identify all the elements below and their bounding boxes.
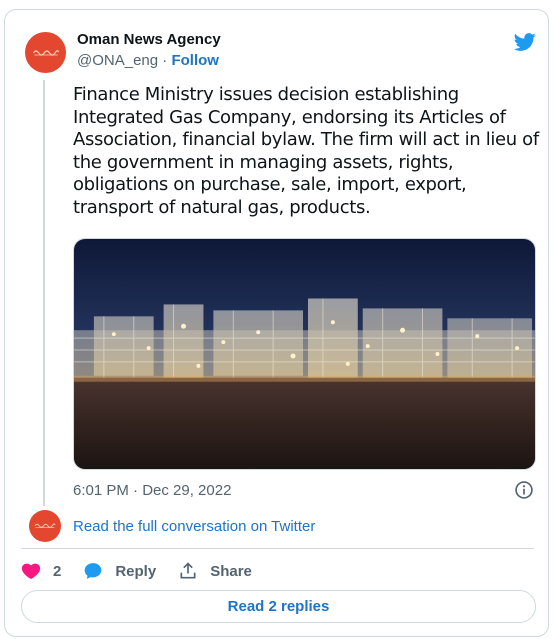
avatar-logo bbox=[32, 47, 59, 59]
heart-icon bbox=[21, 563, 41, 579]
gas-plant-night-photo bbox=[74, 239, 535, 469]
read-full-conversation-link[interactable]: Read the full conversation on Twitter bbox=[73, 518, 315, 535]
twitter-bird-icon[interactable] bbox=[512, 31, 538, 53]
avatar-small-logo bbox=[34, 521, 56, 531]
divider bbox=[21, 548, 534, 549]
share-button[interactable]: Share bbox=[178, 561, 252, 581]
like-count: 2 bbox=[53, 562, 62, 580]
account-handle[interactable]: @ONA_eng bbox=[77, 52, 158, 69]
share-icon bbox=[180, 562, 196, 579]
tweet-card: Oman News Agency @ONA_eng · Follow Finan… bbox=[4, 9, 549, 637]
info-icon[interactable] bbox=[514, 480, 534, 500]
avatar-small[interactable] bbox=[29, 510, 61, 542]
share-label: Share bbox=[210, 562, 252, 580]
avatar[interactable] bbox=[25, 32, 66, 73]
action-bar: 2 Reply Share bbox=[21, 561, 274, 581]
ona-logo-icon bbox=[32, 49, 59, 56]
read-replies-button[interactable]: Read 2 replies bbox=[21, 590, 536, 623]
tweet-photo[interactable] bbox=[73, 238, 536, 470]
follow-button[interactable]: Follow bbox=[171, 52, 219, 69]
thread-line bbox=[43, 80, 45, 506]
like-button[interactable]: 2 bbox=[21, 561, 61, 581]
handle-row: @ONA_eng · Follow bbox=[77, 52, 219, 69]
separator-dot: · bbox=[162, 52, 168, 69]
tweet-text: Finance Ministry issues decision establi… bbox=[73, 84, 539, 218]
ona-logo-small-icon bbox=[34, 523, 56, 528]
reply-bubble-icon bbox=[85, 563, 102, 579]
reply-button[interactable]: Reply bbox=[83, 561, 156, 581]
reply-label: Reply bbox=[115, 562, 157, 580]
tweet-timestamp[interactable]: 6:01 PM · Dec 29, 2022 bbox=[73, 482, 231, 499]
account-name[interactable]: Oman News Agency bbox=[77, 31, 221, 48]
